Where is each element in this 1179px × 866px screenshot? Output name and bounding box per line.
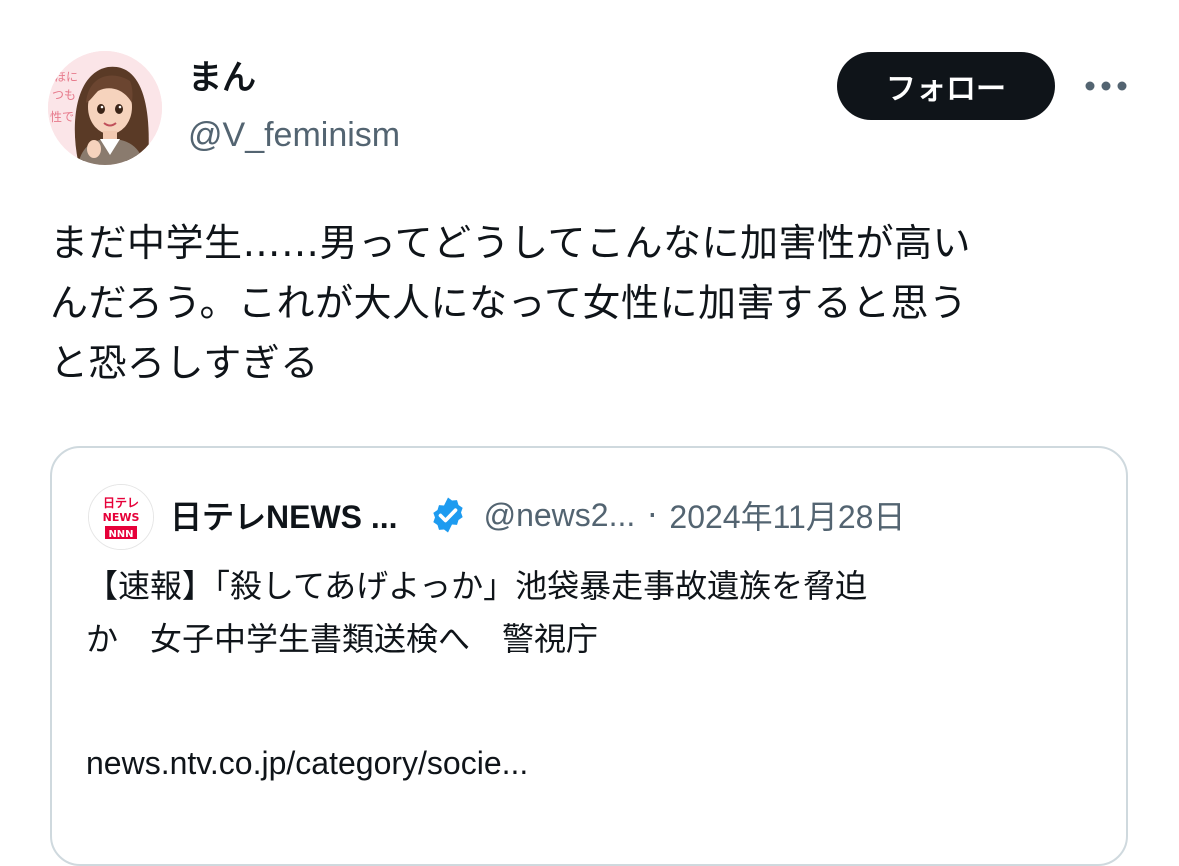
author-display-name[interactable]: まん — [188, 56, 256, 100]
more-options-button[interactable] — [1080, 66, 1132, 106]
quoted-tweet-card[interactable]: 日テレ NEWS NNN 日テレNEWS ... @news2... · 202… — [50, 446, 1128, 866]
quoted-handle[interactable]: @news2... — [484, 497, 636, 534]
quoted-separator: · — [647, 496, 658, 534]
quoted-text: 【速報】「殺してあげよっか」池袋暴走事故遺族を脅迫 か 女子中学生書類送検へ 警… — [86, 567, 868, 658]
illustrated-woman-avatar-icon: ほに つも 性で — [48, 51, 162, 165]
avatar-text-2: つも — [52, 88, 76, 102]
logo-line-1: 日テレ — [103, 496, 139, 510]
verified-badge-icon — [428, 495, 468, 535]
follow-button[interactable]: フォロー — [837, 52, 1055, 120]
avatar-text-3: 性で — [50, 110, 74, 124]
author-avatar[interactable]: ほに つも 性で — [48, 51, 162, 165]
quoted-link[interactable]: news.ntv.co.jp/category/socie... — [86, 738, 528, 788]
quoted-source-logo[interactable]: 日テレ NEWS NNN — [88, 484, 154, 550]
quoted-display-name[interactable]: 日テレNEWS ... — [170, 492, 398, 538]
logo-line-2: NEWS — [103, 511, 140, 524]
ntv-news-logo-icon: 日テレ NEWS NNN — [89, 485, 153, 549]
quoted-date[interactable]: 2024年11月28日 — [669, 492, 905, 538]
more-dots-icon — [1085, 81, 1127, 91]
logo-line-3: NNN — [108, 529, 133, 540]
avatar-text-1: ほに — [54, 70, 78, 84]
author-handle[interactable]: @V_feminism — [188, 113, 400, 157]
quoted-header: 日テレNEWS ... @news2... · 2024年11月28日 — [170, 490, 905, 540]
tweet-text: まだ中学生……男ってどうしてこんなに加害性が高い んだろう。これが大人になって女… — [50, 221, 971, 385]
